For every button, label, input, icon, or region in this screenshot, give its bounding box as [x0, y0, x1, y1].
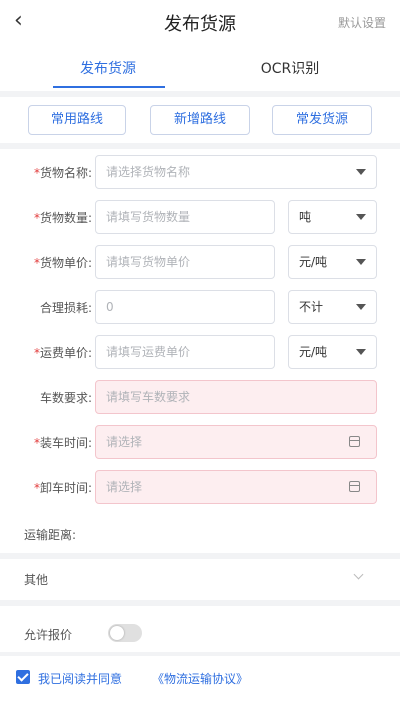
cargo-price-unit-select[interactable]: 元/吨 [288, 245, 377, 279]
unload-time-label: *卸车时间: [33, 481, 92, 495]
cargo-qty-label: *货物数量: [33, 211, 92, 225]
allow-quote-toggle[interactable] [108, 624, 142, 642]
tab-publish-cargo[interactable]: 发布货源 [38, 58, 178, 78]
load-time-picker[interactable]: 请选择 [95, 425, 377, 459]
cargo-price-label: *货物单价: [33, 256, 92, 270]
agreement-text: 我已阅读并同意 [38, 672, 123, 686]
app-header: ‹ 发布货源 默认设置 [0, 0, 400, 44]
other-section-label: 其他 [24, 573, 49, 587]
agreement-checkbox[interactable] [16, 670, 30, 684]
distance-label: 运输距离: [24, 528, 77, 542]
calendar-icon [349, 436, 360, 447]
common-routes-button[interactable]: 常用路线 [28, 105, 126, 135]
cargo-price-input[interactable]: 请填写货物单价 [95, 245, 275, 279]
dropdown-caret-icon [356, 259, 366, 265]
section-divider [0, 600, 400, 606]
tab-bar: 发布货源 OCR识别 [0, 48, 400, 90]
section-divider [0, 652, 400, 656]
section-divider [0, 553, 400, 559]
unload-time-picker[interactable]: 请选择 [95, 470, 377, 504]
calendar-icon [349, 481, 360, 492]
tab-ocr[interactable]: OCR识别 [220, 58, 360, 78]
frequent-cargo-button[interactable]: 常发货源 [272, 105, 372, 135]
default-settings-link[interactable]: 默认设置 [338, 14, 386, 31]
active-tab-indicator [53, 86, 165, 88]
loss-unit-select[interactable]: 不计 [288, 290, 377, 324]
cargo-name-select[interactable]: 请选择货物名称 [95, 155, 377, 189]
vehicle-req-label: 车数要求: [39, 391, 92, 405]
allow-quote-label: 允许报价 [24, 628, 73, 642]
section-divider [0, 143, 400, 149]
dropdown-caret-icon [356, 214, 366, 220]
loss-label: 合理损耗: [39, 301, 92, 315]
freight-price-unit-select[interactable]: 元/吨 [288, 335, 377, 369]
add-route-button[interactable]: 新增路线 [150, 105, 250, 135]
agreement-link[interactable]: 《物流运输协议》 [152, 670, 248, 687]
cargo-name-label: *货物名称: [33, 166, 92, 180]
expand-chevron-icon[interactable] [353, 569, 364, 580]
cargo-qty-input[interactable]: 请填写货物数量 [95, 200, 275, 234]
freight-price-input[interactable]: 请填写运费单价 [95, 335, 275, 369]
load-time-label: *装车时间: [33, 436, 92, 450]
dropdown-caret-icon [356, 349, 366, 355]
freight-price-label: *运费单价: [33, 346, 92, 360]
loss-input[interactable]: 0 [95, 290, 275, 324]
dropdown-caret-icon [356, 304, 366, 310]
toggle-knob [110, 626, 124, 640]
section-divider [0, 91, 400, 97]
cargo-qty-unit-select[interactable]: 吨 [288, 200, 377, 234]
dropdown-caret-icon [356, 169, 366, 175]
vehicle-req-input[interactable]: 请填写车数要求 [95, 380, 377, 414]
